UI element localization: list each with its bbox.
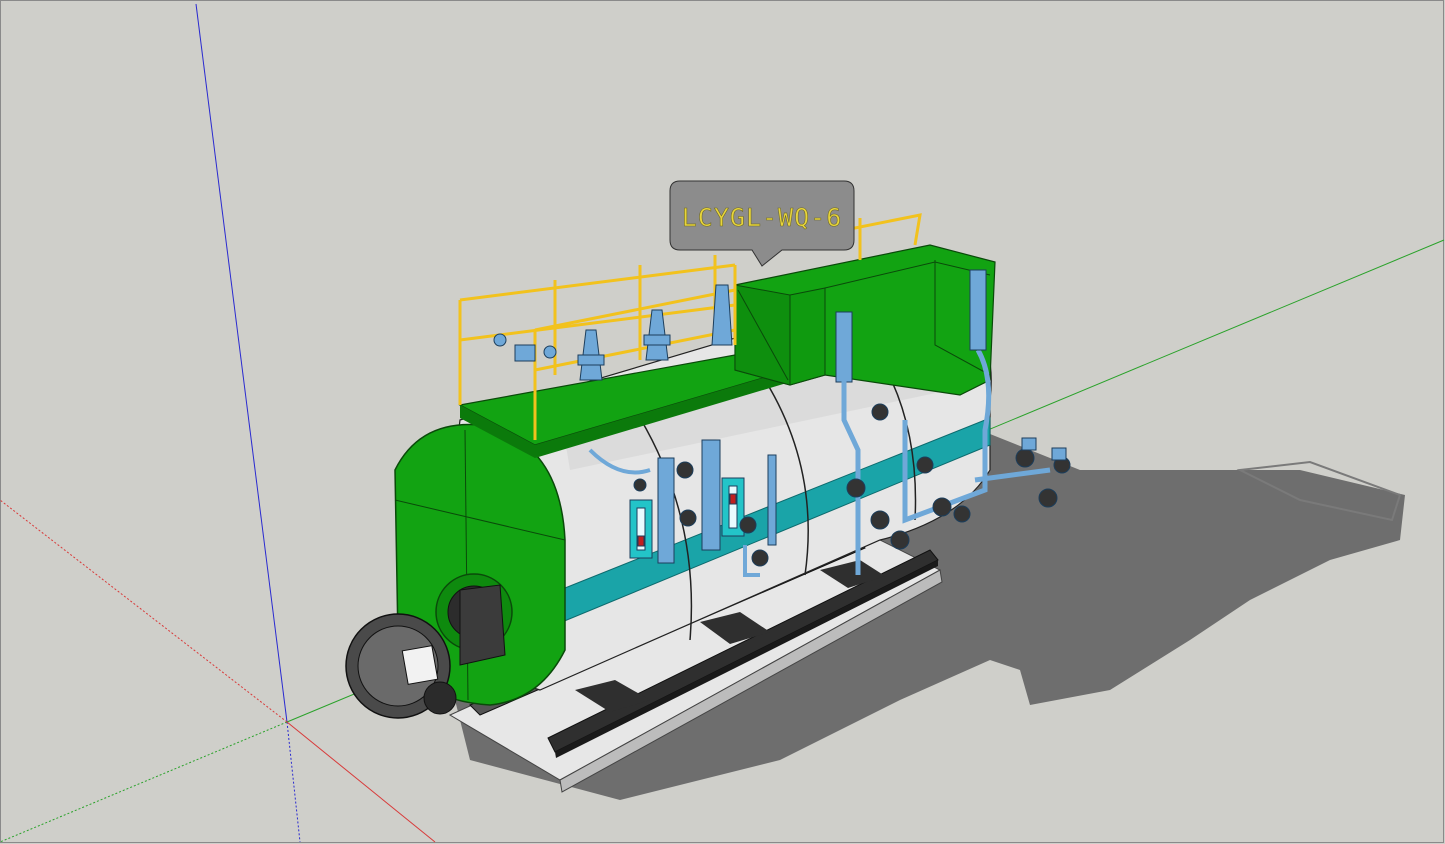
red-axis-dotted: [0, 499, 288, 723]
smoke-box: [734, 244, 996, 396]
model-label-text: LCYGL-WQ-6: [682, 203, 843, 232]
blue-axis-line: [195, 3, 288, 723]
model-label-callout[interactable]: LCYGL-WQ-6: [669, 180, 855, 267]
burner-control-panel: [401, 645, 439, 685]
green-axis-dotted: [0, 721, 288, 843]
sketchup-3d-viewport[interactable]: LCYGL-WQ-6: [0, 0, 1445, 844]
model-canvas[interactable]: LCYGL-WQ-6: [0, 0, 1445, 844]
red-axis-line: [286, 721, 436, 843]
blue-axis-dotted: [286, 721, 301, 843]
